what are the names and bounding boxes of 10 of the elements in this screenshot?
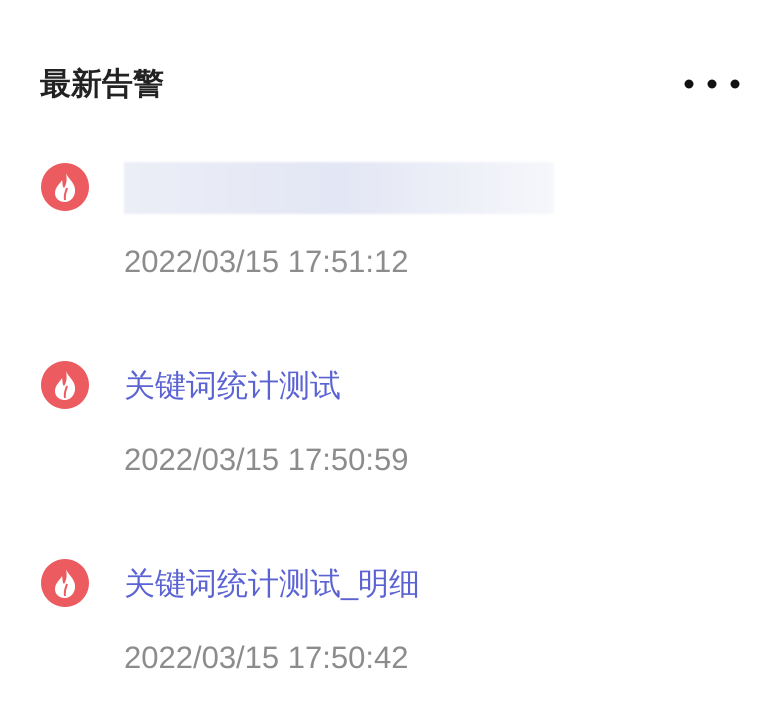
panel-title: 最新告警 (40, 64, 164, 103)
more-icon[interactable] (683, 78, 741, 90)
alert-link[interactable]: 关键词统计测试 (124, 360, 408, 412)
alert-link[interactable]: 关键词统计测试_明细 (124, 558, 420, 610)
flame-icon (40, 558, 90, 608)
alert-time: 2022/03/15 17:50:59 (124, 441, 408, 479)
alert-time: 2022/03/15 17:50:42 (124, 639, 410, 677)
flame-icon (40, 360, 90, 410)
alert-time: 2022/03/15 17:51:12 (124, 243, 410, 281)
flame-icon (40, 162, 90, 212)
